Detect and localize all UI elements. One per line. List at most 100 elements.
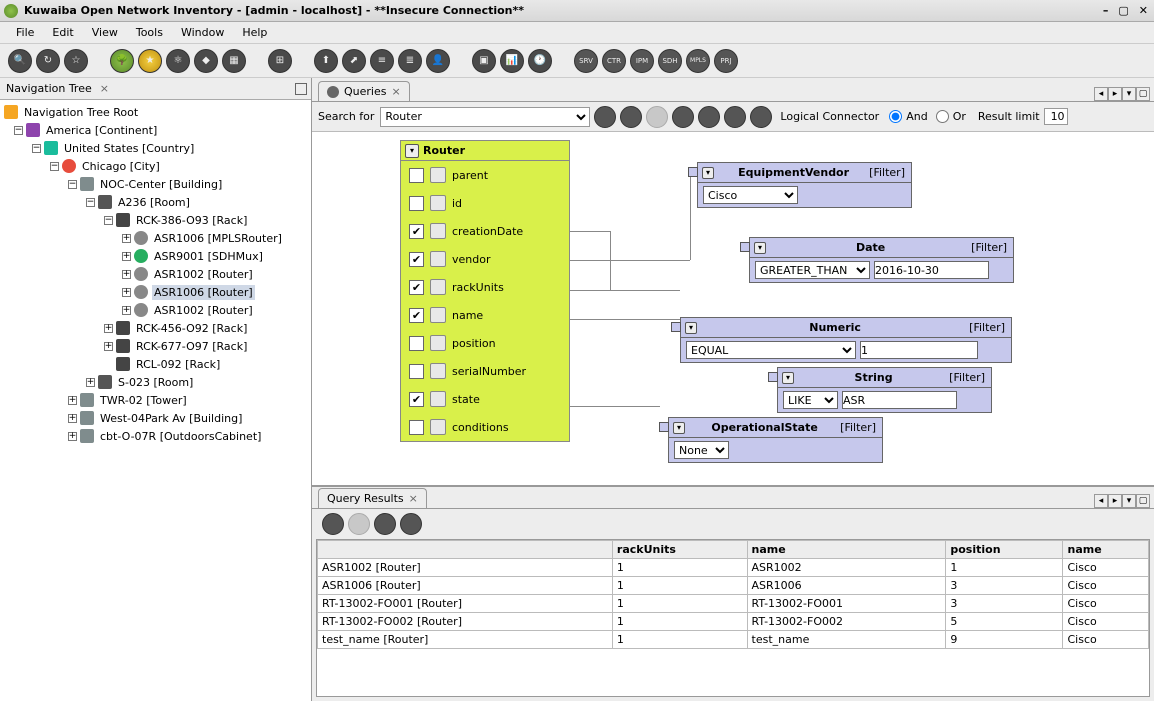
- tab-queries-close-icon[interactable]: ×: [391, 85, 400, 98]
- router-entity-box[interactable]: ▾Router parentidcreationDatevendorrackUn…: [400, 140, 570, 442]
- tab-left-icon[interactable]: ◂: [1094, 87, 1108, 101]
- menu-file[interactable]: File: [8, 24, 42, 41]
- attr-checkbox[interactable]: [409, 168, 424, 183]
- tool-prj-icon[interactable]: [714, 49, 738, 73]
- port-icon[interactable]: [768, 372, 778, 382]
- tool-clock-icon[interactable]: 🕐: [528, 49, 552, 73]
- attr-position[interactable]: position: [401, 329, 569, 357]
- port-icon[interactable]: [671, 322, 681, 332]
- attr-serialNumber[interactable]: serialNumber: [401, 357, 569, 385]
- tool-chart-icon[interactable]: 📊: [500, 49, 524, 73]
- tool-refresh-icon[interactable]: ↻: [36, 49, 60, 73]
- menu-window[interactable]: Window: [173, 24, 232, 41]
- twisty-icon[interactable]: +: [104, 324, 113, 333]
- and-radio[interactable]: [889, 110, 902, 123]
- rtab-right-icon[interactable]: ▸: [1108, 494, 1122, 508]
- opstate-select[interactable]: None: [674, 441, 729, 459]
- tree-noc[interactable]: NOC-Center [Building]: [98, 177, 224, 192]
- tab-query-results[interactable]: Query Results ×: [318, 488, 427, 508]
- twisty-icon[interactable]: −: [14, 126, 23, 135]
- tab-right-icon[interactable]: ▸: [1108, 87, 1122, 101]
- tool-user-icon[interactable]: 👤: [426, 49, 450, 73]
- twisty-icon[interactable]: +: [68, 414, 77, 423]
- tool-search-icon[interactable]: 🔍: [8, 49, 32, 73]
- tree-america[interactable]: America [Continent]: [44, 123, 159, 138]
- tree-rck677[interactable]: RCK-677-O97 [Rack]: [134, 339, 249, 354]
- nav-tab-close-icon[interactable]: ×: [100, 82, 109, 95]
- tab-results-close-icon[interactable]: ×: [409, 492, 418, 505]
- vendor-select[interactable]: Cisco: [703, 186, 798, 204]
- results-up-button[interactable]: [400, 513, 422, 535]
- filter-date[interactable]: ▾Date[Filter] GREATER_THAN: [749, 237, 1014, 283]
- twisty-icon[interactable]: +: [122, 252, 131, 261]
- tool-nodes-icon[interactable]: ◆: [194, 49, 218, 73]
- tab-dropdown-icon[interactable]: ▾: [1122, 87, 1136, 101]
- query-wrench-button[interactable]: [698, 106, 720, 128]
- tree-twr02[interactable]: TWR-02 [Tower]: [98, 393, 189, 408]
- close-button[interactable]: ✕: [1137, 4, 1150, 17]
- tree-chicago[interactable]: Chicago [City]: [80, 159, 162, 174]
- twisty-icon[interactable]: +: [68, 396, 77, 405]
- visibility-toggle-icon[interactable]: [430, 167, 446, 183]
- results-export-button[interactable]: [322, 513, 344, 535]
- tool-grid-icon[interactable]: ▦: [222, 49, 246, 73]
- col-header[interactable]: position: [946, 541, 1063, 559]
- port-icon[interactable]: [740, 242, 750, 252]
- twisty-icon[interactable]: +: [122, 306, 131, 315]
- tool-rack-icon[interactable]: ⊞: [268, 49, 292, 73]
- date-value-input[interactable]: [874, 261, 989, 279]
- filter-operationalstate[interactable]: ▾OperationalState[Filter] None: [668, 417, 883, 463]
- menu-edit[interactable]: Edit: [44, 24, 81, 41]
- twisty-icon[interactable]: +: [104, 342, 113, 351]
- tool-tree-icon[interactable]: 🌳: [110, 49, 134, 73]
- tree-root[interactable]: Navigation Tree Root: [22, 105, 140, 120]
- menu-tools[interactable]: Tools: [128, 24, 171, 41]
- query-new-button[interactable]: [594, 106, 616, 128]
- tool-fav-icon[interactable]: ★: [138, 49, 162, 73]
- query-link-button[interactable]: [672, 106, 694, 128]
- filter-string[interactable]: ▾String[Filter] LIKE: [777, 367, 992, 413]
- menu-help[interactable]: Help: [234, 24, 275, 41]
- twisty-icon[interactable]: +: [86, 378, 95, 387]
- twisty-icon[interactable]: −: [32, 144, 41, 153]
- twisty-icon[interactable]: −: [68, 180, 77, 189]
- attr-parent[interactable]: parent: [401, 161, 569, 189]
- table-row[interactable]: RT-13002-FO002 [Router]1RT-13002-FO0025C…: [318, 613, 1149, 631]
- attr-checkbox[interactable]: [409, 308, 424, 323]
- tool-list2-icon[interactable]: ≣: [398, 49, 422, 73]
- nav-tab-max-icon[interactable]: [295, 83, 307, 95]
- twisty-icon[interactable]: −: [104, 216, 113, 225]
- tool-cal-icon[interactable]: ▣: [472, 49, 496, 73]
- menu-view[interactable]: View: [84, 24, 126, 41]
- visibility-toggle-icon[interactable]: [430, 391, 446, 407]
- attr-vendor[interactable]: vendor: [401, 245, 569, 273]
- tree-asr1006m[interactable]: ASR1006 [MPLSRouter]: [152, 231, 284, 246]
- twisty-icon[interactable]: −: [50, 162, 59, 171]
- attr-rackUnits[interactable]: rackUnits: [401, 273, 569, 301]
- attr-checkbox[interactable]: [409, 196, 424, 211]
- visibility-toggle-icon[interactable]: [430, 223, 446, 239]
- date-op-select[interactable]: GREATER_THAN: [755, 261, 870, 279]
- tab-max-icon[interactable]: ▢: [1136, 87, 1150, 101]
- navigation-tree[interactable]: Navigation Tree Root −America [Continent…: [0, 100, 311, 701]
- or-radio[interactable]: [936, 110, 949, 123]
- query-canvas[interactable]: ▾Router parentidcreationDatevendorrackUn…: [312, 132, 1154, 486]
- rtab-left-icon[interactable]: ◂: [1094, 494, 1108, 508]
- visibility-toggle-icon[interactable]: [430, 307, 446, 323]
- twisty-icon[interactable]: −: [86, 198, 95, 207]
- string-value-input[interactable]: [842, 391, 957, 409]
- tool-graph-icon[interactable]: ⚛: [166, 49, 190, 73]
- tree-rck386[interactable]: RCK-386-O93 [Rack]: [134, 213, 249, 228]
- tool-ipm-icon[interactable]: [630, 49, 654, 73]
- attr-conditions[interactable]: conditions: [401, 413, 569, 441]
- visibility-toggle-icon[interactable]: [430, 195, 446, 211]
- rtab-dropdown-icon[interactable]: ▾: [1122, 494, 1136, 508]
- table-row[interactable]: RT-13002-FO001 [Router]1RT-13002-FO0013C…: [318, 595, 1149, 613]
- rtab-max-icon[interactable]: ▢: [1136, 494, 1150, 508]
- twisty-icon[interactable]: +: [122, 270, 131, 279]
- port-icon[interactable]: [688, 167, 698, 177]
- col-header[interactable]: name: [747, 541, 946, 559]
- tree-asr1006r[interactable]: ASR1006 [Router]: [152, 285, 255, 300]
- tool-list-icon[interactable]: ≡: [370, 49, 394, 73]
- attr-checkbox[interactable]: [409, 252, 424, 267]
